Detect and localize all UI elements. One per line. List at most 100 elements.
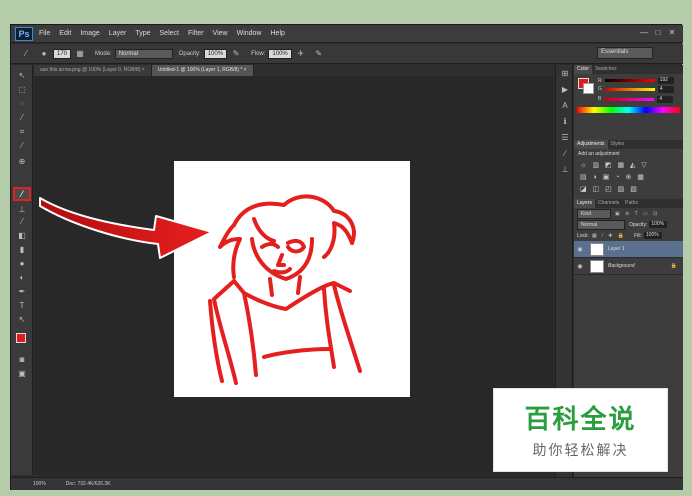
- pressure-opacity-icon[interactable]: ✎: [230, 48, 242, 60]
- eyedropper-tool-icon[interactable]: ⁄: [16, 141, 28, 151]
- dodge-tool-icon[interactable]: ◐: [16, 273, 28, 283]
- info-panel-icon[interactable]: ℹ: [559, 117, 571, 127]
- blend-mode-select[interactable]: Normal: [577, 219, 625, 230]
- brush-panel-icon[interactable]: ⁄: [559, 149, 571, 159]
- zoom-level[interactable]: 100%: [33, 481, 46, 487]
- opacity-label: Opacity:: [178, 50, 201, 57]
- mode-select[interactable]: Normal: [114, 48, 173, 59]
- status-bar: 100% Doc: 732.4K/626.3K: [11, 477, 683, 490]
- menu-image[interactable]: Image: [80, 30, 99, 37]
- red-slider[interactable]: [604, 79, 655, 82]
- tab-color[interactable]: Color: [574, 65, 592, 74]
- layer-opacity-input[interactable]: 100%: [649, 221, 668, 228]
- menu-view[interactable]: View: [213, 30, 228, 37]
- blue-label: B: [598, 96, 602, 102]
- lasso-tool-icon[interactable]: ◌: [16, 99, 28, 109]
- move-tool-icon[interactable]: ↖: [16, 71, 28, 81]
- menu-edit[interactable]: Edit: [59, 30, 71, 37]
- menu-window[interactable]: Window: [237, 30, 262, 37]
- layer-thumbnail: [590, 242, 604, 256]
- minimize-button[interactable]: —: [639, 28, 649, 38]
- blue-value[interactable]: 4: [657, 95, 674, 103]
- options-bar: ⁄ ● 170 ▦ Mode: Normal Opacity: 100% ✎ F…: [11, 44, 683, 64]
- opacity-input[interactable]: 100%: [203, 48, 228, 59]
- brush-panel-icon[interactable]: ▦: [74, 48, 86, 60]
- tab-arrow-png[interactable]: use this arrow.png @ 100% (Layer 0, RGB/…: [34, 65, 152, 76]
- eye-icon[interactable]: ◉: [574, 246, 586, 253]
- tab-paths[interactable]: Paths: [622, 199, 641, 208]
- adjustment-icons-row-2[interactable]: ▤ ◑ ▣ ◔ ⊕ ▦: [574, 171, 683, 183]
- color-spectrum[interactable]: [577, 107, 680, 113]
- quick-mask-icon[interactable]: ◙: [16, 355, 28, 365]
- menu-filter[interactable]: Filter: [188, 30, 204, 37]
- gradient-tool-icon[interactable]: ▮: [16, 245, 28, 255]
- history-panel-icon[interactable]: ⊞: [559, 69, 571, 79]
- maximize-button[interactable]: □: [653, 28, 663, 38]
- color-panel-background[interactable]: [583, 83, 594, 94]
- layer-name[interactable]: Background: [608, 263, 635, 269]
- layer-row-background[interactable]: ◉ Background 🔒: [574, 258, 683, 275]
- lock-icons[interactable]: ▦ ⁄ ✚ 🔒: [592, 233, 626, 239]
- blur-tool-icon[interactable]: ●: [16, 259, 28, 269]
- watermark-title: 百科全说: [524, 405, 637, 435]
- layer-name[interactable]: Layer 1: [608, 246, 625, 252]
- workspace-select[interactable]: Essentials: [597, 47, 653, 59]
- adjustment-icons-row-1[interactable]: ☼ ▥ ◩ ▦ ◭ ▽: [574, 159, 683, 171]
- canvas-area[interactable]: [34, 76, 554, 474]
- red-value[interactable]: 192: [657, 77, 674, 84]
- tab-styles[interactable]: Styles: [608, 140, 628, 149]
- brush-tool-icon[interactable]: ⁄: [13, 187, 31, 201]
- clone-stamp-tool-icon[interactable]: ⊥: [16, 205, 28, 215]
- foreground-color-swatch[interactable]: [16, 333, 26, 343]
- watermark: 百科全说 助你轻松解决: [493, 388, 668, 472]
- screen-mode-icon[interactable]: ▣: [16, 369, 28, 379]
- tab-layers[interactable]: Layers: [574, 199, 596, 208]
- actions-panel-icon[interactable]: ▶: [559, 85, 571, 95]
- properties-panel-icon[interactable]: ☰: [559, 133, 571, 143]
- brush-preset-icon[interactable]: ⁄: [20, 48, 32, 60]
- layers-panel-tabs: Layers Channels Paths: [574, 199, 683, 208]
- close-button[interactable]: ✕: [667, 28, 677, 38]
- tab-untitled-1[interactable]: Untitled-1 @ 100% (Layer 1, RGB/8) * ×: [151, 65, 254, 76]
- flow-input[interactable]: 100%: [268, 48, 292, 59]
- layer-row-layer-1[interactable]: ◉ Layer 1: [574, 241, 683, 258]
- menu-help[interactable]: Help: [271, 30, 285, 37]
- pressure-size-icon[interactable]: ✎: [313, 48, 325, 60]
- brush-size-value[interactable]: 170: [53, 48, 72, 59]
- marquee-tool-icon[interactable]: ⬚: [16, 85, 28, 95]
- quick-select-tool-icon[interactable]: ⁄: [16, 113, 28, 123]
- clone-source-panel-icon[interactable]: ⊥: [559, 165, 571, 175]
- green-slider[interactable]: [604, 87, 655, 91]
- tab-channels[interactable]: Channels: [595, 199, 622, 208]
- adjustments-panel: Add an adjustment ☼ ▥ ◩ ▦ ◭ ▽ ▤ ◑ ▣ ◔ ⊕ …: [574, 149, 683, 199]
- blue-slider[interactable]: [604, 97, 655, 101]
- menu-select[interactable]: Select: [160, 30, 179, 37]
- blend-row: Normal Opacity: 100%: [574, 219, 683, 230]
- tab-adjustments[interactable]: Adjustments: [574, 140, 608, 149]
- lock-row: Lock: ▦ ⁄ ✚ 🔒 Fill: 100%: [574, 230, 683, 241]
- menu-file[interactable]: File: [39, 30, 50, 37]
- tab-swatches[interactable]: Swatches: [592, 65, 620, 74]
- layer-opacity-label: Opacity:: [629, 221, 648, 228]
- layer-filter-icons[interactable]: ▣ ⊘ T ▭ ⊡: [615, 211, 659, 217]
- green-value[interactable]: 4: [657, 85, 674, 93]
- brush-size-picker[interactable]: ●: [38, 48, 50, 60]
- pen-tool-icon[interactable]: ✒: [16, 287, 28, 297]
- eye-icon[interactable]: ◉: [574, 263, 586, 270]
- fill-input[interactable]: 100%: [643, 232, 662, 239]
- airbrush-icon[interactable]: ✈: [295, 48, 307, 60]
- history-brush-tool-icon[interactable]: ⁄: [16, 217, 28, 227]
- crop-tool-icon[interactable]: ⌗: [16, 127, 28, 137]
- red-label: R: [598, 77, 602, 84]
- character-panel-icon[interactable]: A: [559, 101, 571, 111]
- healing-tool-icon[interactable]: ⊕: [16, 157, 28, 167]
- menu-type[interactable]: Type: [135, 30, 150, 37]
- lock-icon: 🔒: [670, 263, 677, 269]
- type-tool-icon[interactable]: T: [16, 301, 28, 311]
- path-select-tool-icon[interactable]: ↖: [16, 315, 28, 325]
- eraser-tool-icon[interactable]: ◧: [16, 231, 28, 241]
- layer-kind-select[interactable]: Kind: [577, 208, 611, 219]
- blue-channel-row: B 4: [574, 94, 683, 104]
- adjustment-icons-row-3[interactable]: ◪ ◫ ◰ ▨ ▧: [574, 183, 683, 195]
- menu-layer[interactable]: Layer: [109, 30, 127, 37]
